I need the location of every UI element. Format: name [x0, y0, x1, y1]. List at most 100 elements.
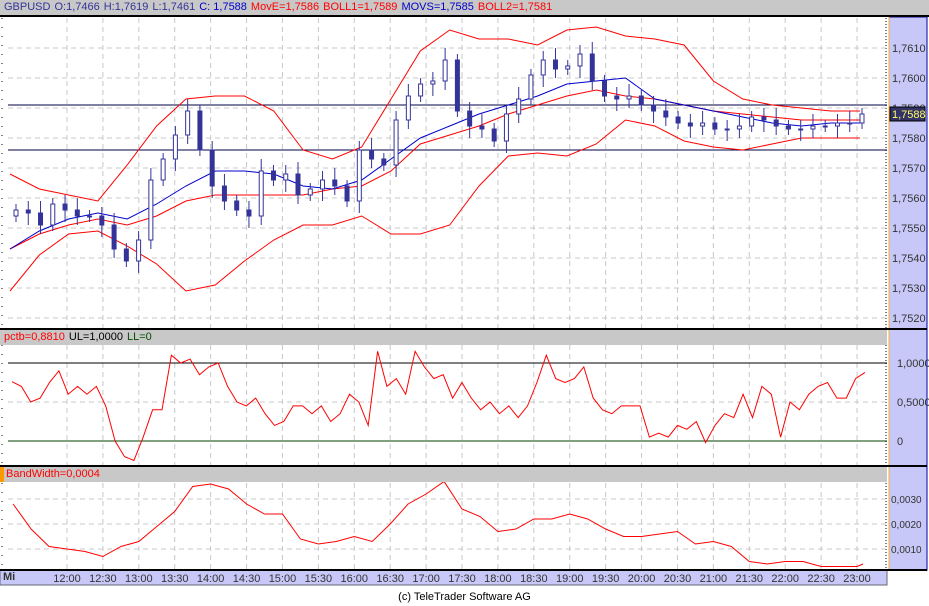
series-move	[9, 89, 860, 250]
candle-body	[847, 122, 853, 125]
candle	[283, 165, 289, 192]
x-tick-label: 13:30	[161, 573, 189, 585]
candle	[185, 99, 191, 144]
candle	[381, 153, 387, 171]
candle-body	[369, 149, 375, 160]
candle-body	[638, 95, 644, 106]
x-tick-label: 22:30	[807, 573, 835, 585]
chart-canvas[interactable]: 1,76101,76001,75901,75801,75701,75601,75…	[0, 0, 929, 606]
candle-body	[221, 185, 227, 202]
x-tick-label: 21:30	[736, 573, 764, 585]
x-tick-label: 20:30	[664, 573, 692, 585]
candle	[589, 42, 595, 90]
candle-body	[577, 53, 583, 67]
pctb-legend: pctb=0,8810 UL=1,0000 LL=0	[0, 330, 887, 345]
x-tick-label: 19:00	[556, 573, 584, 585]
x-tick-label: 19:30	[592, 573, 620, 585]
candle-body	[99, 215, 105, 226]
candle-body	[332, 179, 338, 187]
candle	[552, 48, 558, 78]
candle-body	[761, 116, 767, 121]
candle	[773, 108, 779, 135]
candle-body	[172, 134, 178, 160]
x-tick-label: 21:00	[700, 573, 728, 585]
y-tick-label: 1,7550	[892, 223, 926, 235]
bandwidth-line	[12, 480, 864, 567]
candle	[25, 201, 31, 225]
candle	[369, 138, 375, 168]
candle	[626, 84, 632, 108]
x-tick-label: 17:30	[448, 573, 476, 585]
series-boll1	[9, 26, 860, 202]
candle	[356, 141, 362, 213]
candle	[822, 120, 828, 132]
candle-body	[687, 122, 693, 127]
candle-body	[246, 209, 252, 217]
candle-body	[834, 122, 840, 127]
candle-body	[467, 110, 473, 127]
candle	[736, 114, 742, 138]
pctb-line	[11, 349, 866, 462]
x-tick-label: 20:00	[628, 573, 656, 585]
x-tick-label: 22:00	[771, 573, 799, 585]
candle-body	[700, 122, 706, 127]
legend-high: H:1,7619	[103, 1, 149, 13]
candle-body	[822, 125, 828, 128]
candle-body	[25, 209, 31, 214]
candle-body	[381, 158, 387, 166]
candle	[430, 72, 436, 96]
candle	[454, 54, 460, 117]
x-tick-label: 16:00	[341, 573, 369, 585]
candle	[663, 99, 669, 126]
legend-movs: MOVS=1,7585	[401, 1, 474, 13]
candle	[540, 51, 546, 87]
legend-boll2: BOLL2=1,7581	[477, 1, 553, 13]
candle-body	[295, 173, 301, 196]
x-tick-label: 15:00	[269, 573, 297, 585]
candle	[405, 84, 411, 129]
candle-body	[749, 116, 755, 127]
candle	[418, 78, 424, 102]
candle	[785, 120, 791, 135]
candle-body	[185, 110, 191, 136]
candle-body	[74, 209, 80, 217]
last-price-label: 1,7588	[892, 109, 926, 121]
candle	[761, 108, 767, 132]
candle	[160, 153, 166, 186]
candle-body	[123, 248, 129, 262]
candle-body	[798, 128, 804, 131]
candle-body	[859, 113, 865, 124]
candle	[332, 168, 338, 195]
candle-body	[430, 80, 436, 85]
y-tick-label: 1,7520	[892, 313, 926, 325]
candle-body	[320, 179, 326, 190]
candle	[136, 231, 142, 273]
y-tick-label: 1,7560	[892, 193, 926, 205]
candle-body	[111, 224, 117, 250]
candle	[749, 111, 755, 132]
main-legend: GBPUSD O:1,7466 H:1,7619 L:1,7461 C: 1,7588 M…	[0, 0, 929, 17]
legend-boll1: BOLL1=1,7589	[323, 1, 398, 13]
candle	[13, 204, 19, 222]
candle	[320, 171, 326, 201]
copyright: (c) TeleTrader Software AG	[398, 591, 531, 603]
candle-body	[209, 149, 215, 187]
pctb-tick-label: 0,5000	[897, 397, 929, 409]
candle-body	[626, 95, 632, 100]
candle-body	[454, 59, 460, 112]
candle-body	[810, 125, 816, 130]
candle-body	[528, 74, 534, 100]
candle	[38, 201, 44, 234]
candle	[246, 201, 252, 228]
candle	[172, 126, 178, 171]
candle-body	[663, 110, 669, 118]
legend-pctb: pctb=0,8810	[4, 331, 65, 343]
candle	[479, 114, 485, 138]
candle-body	[13, 209, 19, 217]
x-tick-label: 18:30	[520, 573, 548, 585]
day-label: Mi	[3, 571, 16, 583]
candle	[700, 111, 706, 135]
legend-low: L:1,7461	[152, 1, 196, 13]
candle-body	[724, 128, 730, 131]
candle-body	[602, 80, 608, 97]
